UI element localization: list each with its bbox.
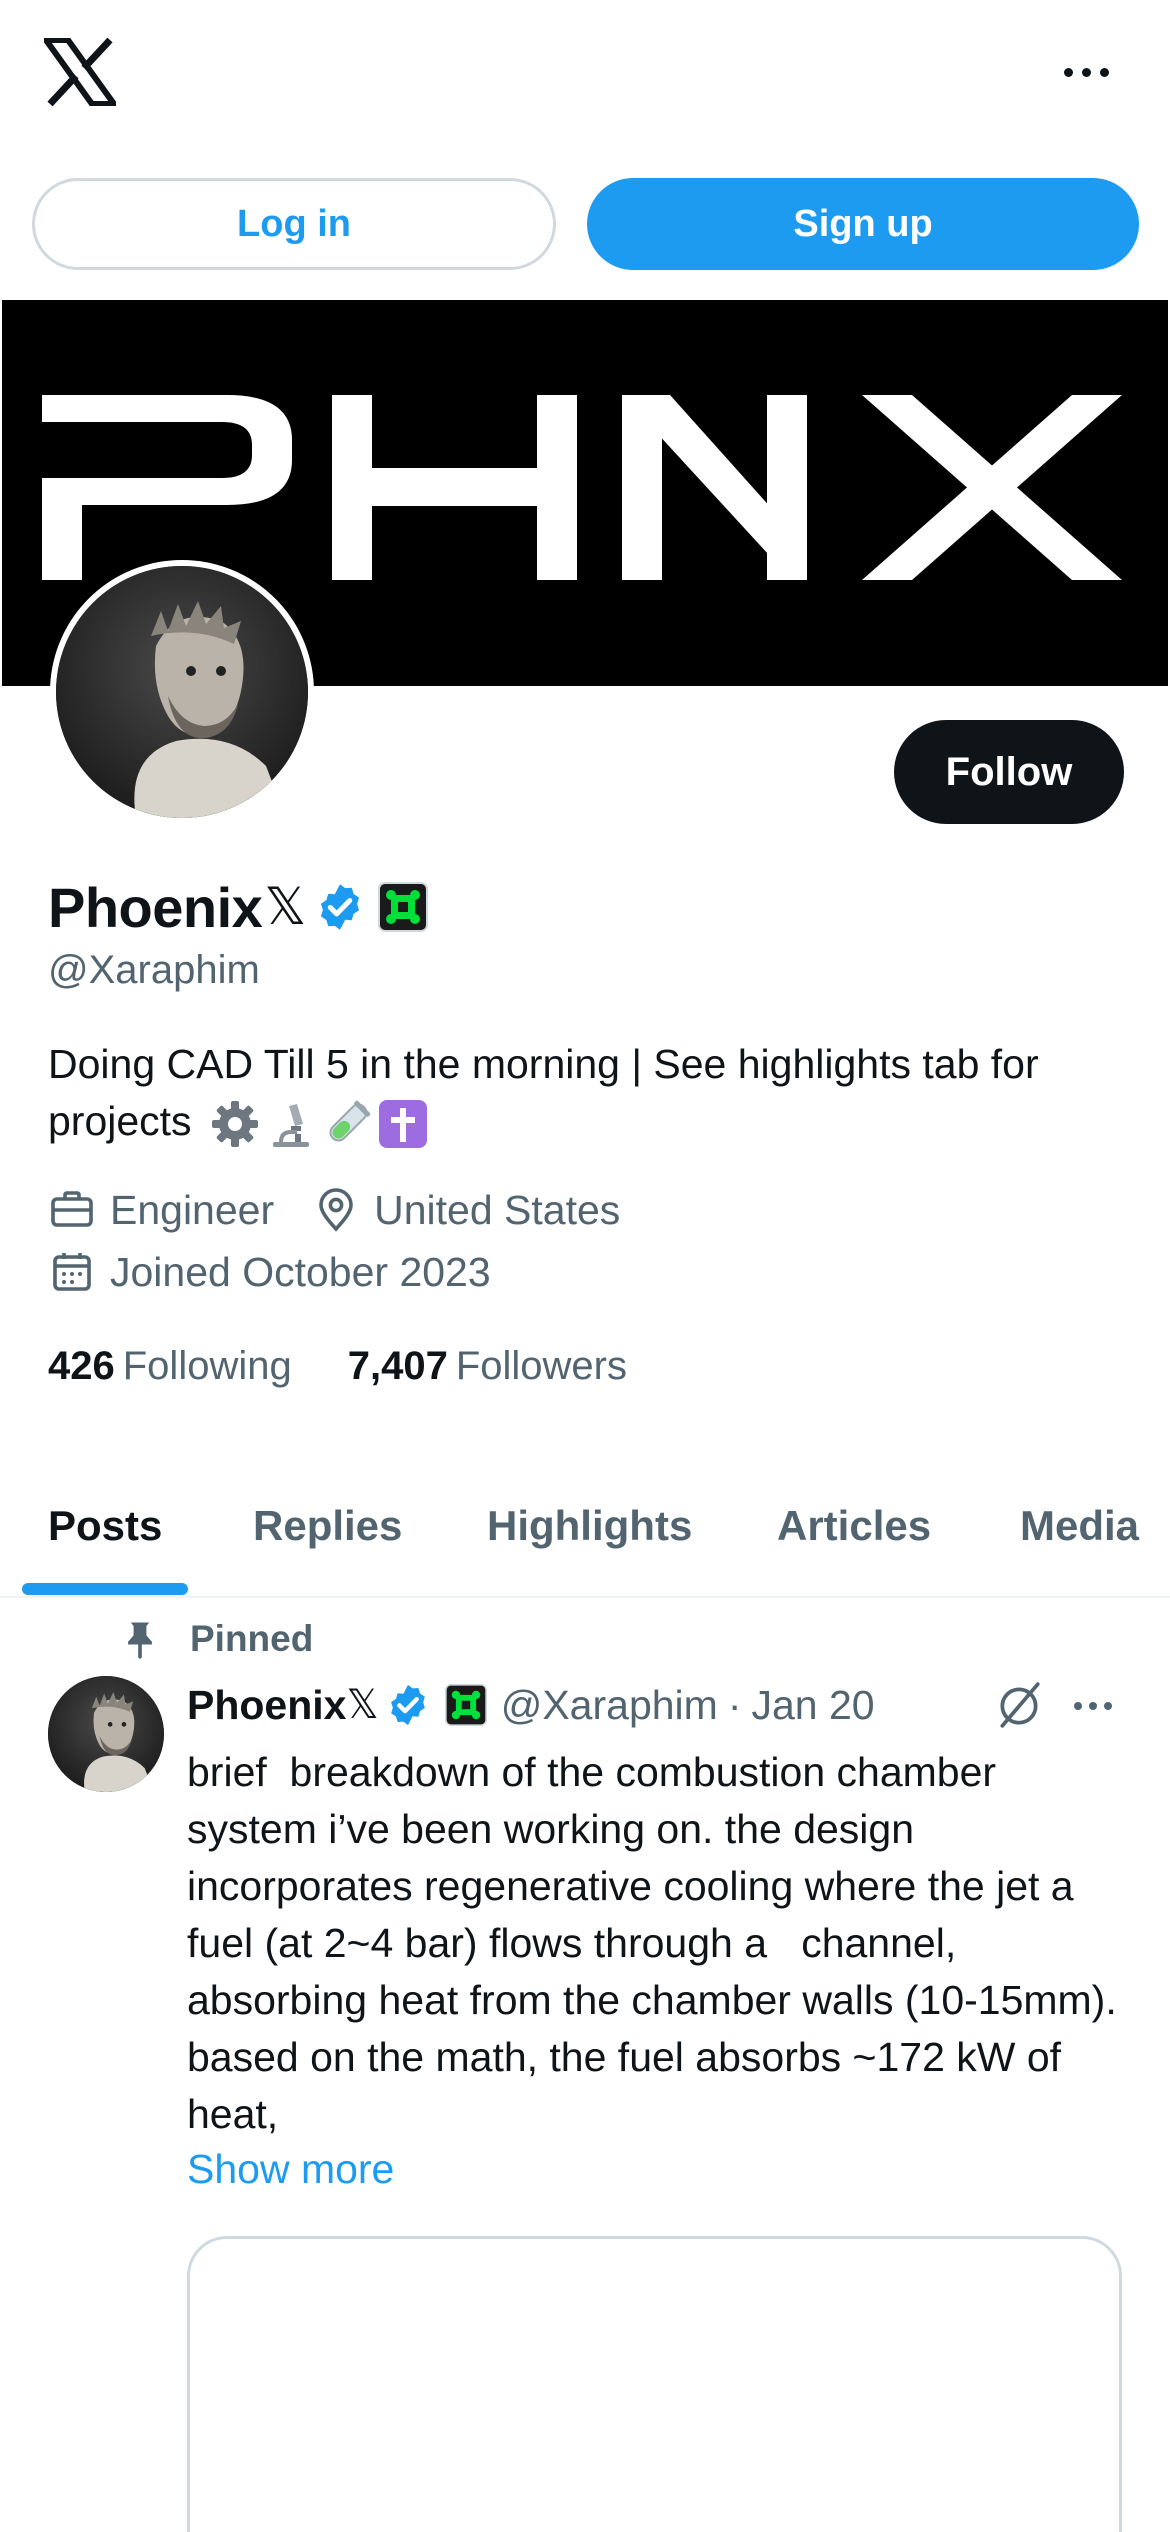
bio-text: Doing CAD Till 5 in the morning | See hi… [48, 1041, 1039, 1144]
grok-icon[interactable] [994, 1680, 1044, 1730]
location-text: United States [374, 1186, 621, 1233]
pin-icon [128, 1622, 152, 1660]
location: United States [312, 1186, 620, 1234]
post-separator: · [727, 1681, 742, 1728]
bio-emojis [209, 1098, 429, 1150]
profile-meta-row-2: Joined October 2023 [48, 1248, 529, 1296]
follow-button[interactable]: Follow [894, 720, 1124, 824]
profile-handle: @Xaraphim [48, 948, 260, 992]
tabs-divider [0, 1596, 1170, 1598]
followers-label: Followers [455, 1344, 627, 1388]
verified-badge-icon[interactable] [385, 1682, 431, 1728]
microscope-icon [272, 1104, 309, 1148]
display-name-row: Phoenix 𝕏 [48, 872, 429, 942]
tab-highlights[interactable]: Highlights [487, 1502, 692, 1550]
calendar-icon [53, 1253, 91, 1291]
following-link[interactable]: 426 Following [48, 1344, 292, 1389]
latin-cross-icon [378, 1100, 427, 1149]
profession-text: Engineer [110, 1186, 275, 1233]
location-pin-icon [319, 1188, 353, 1232]
profession: Engineer [48, 1186, 274, 1234]
active-tab-indicator [22, 1583, 188, 1595]
followers-link[interactable]: 7,407 Followers [348, 1344, 627, 1389]
signup-button[interactable]: Sign up [587, 178, 1139, 270]
test-tube-icon [329, 1100, 371, 1142]
profile-bio: Doing CAD Till 5 in the morning | See hi… [48, 1036, 1128, 1150]
tab-media[interactable]: Media [1020, 1502, 1139, 1550]
post-author-x-glyph: 𝕏 [346, 1683, 379, 1727]
join-date-text: Joined October 2023 [110, 1248, 491, 1295]
affiliate-badge-icon[interactable] [378, 882, 429, 932]
profile-tabs: Posts Replies Highlights Articles Media [0, 1480, 1170, 1598]
followers-count: 7,407 [347, 1344, 448, 1388]
login-button[interactable]: Log in [32, 178, 556, 270]
post-media-card[interactable] [187, 2236, 1122, 2532]
briefcase-icon [51, 1191, 93, 1227]
post-date[interactable]: Jan 20 [751, 1682, 874, 1729]
profile-meta-row-1: Engineer United States [48, 1186, 658, 1234]
tab-articles[interactable]: Articles [777, 1502, 931, 1550]
following-label: Following [122, 1344, 292, 1388]
tab-replies[interactable]: Replies [253, 1502, 402, 1550]
verified-badge-icon[interactable] [314, 881, 366, 933]
post-more-icon[interactable] [1074, 1696, 1120, 1716]
x-logo-icon[interactable] [40, 37, 120, 107]
pinned-label: Pinned [190, 1618, 314, 1659]
follow-stats: 426 Following 7,407 Followers [48, 1344, 627, 1389]
more-horizontal-icon[interactable] [1056, 56, 1116, 88]
post-header: Phoenix 𝕏 @Xaraphim · Jan 20 [187, 1672, 1127, 1738]
affiliate-badge-icon[interactable] [444, 1684, 487, 1726]
post-author-handle[interactable]: @Xaraphim [501, 1682, 718, 1729]
tab-posts[interactable]: Posts [48, 1502, 162, 1550]
show-more-link[interactable]: Show more [187, 2146, 394, 2193]
post-text: brief breakdown of the combustion chambe… [187, 1749, 1129, 2137]
profile-page: Log in Sign up Follow Phoenix 𝕏 @Xaraphi… [0, 0, 1170, 2532]
following-count: 426 [48, 1344, 115, 1388]
name-x-glyph: 𝕏 [264, 878, 307, 936]
post-author-avatar[interactable] [48, 1676, 164, 1792]
display-name: Phoenix [48, 875, 263, 939]
gear-icon [211, 1101, 258, 1148]
pinned-indicator: Pinned [118, 1614, 313, 1664]
join-date: Joined October 2023 [48, 1248, 491, 1296]
post-author-name[interactable]: Phoenix [187, 1682, 346, 1729]
profile-avatar[interactable] [50, 560, 314, 824]
